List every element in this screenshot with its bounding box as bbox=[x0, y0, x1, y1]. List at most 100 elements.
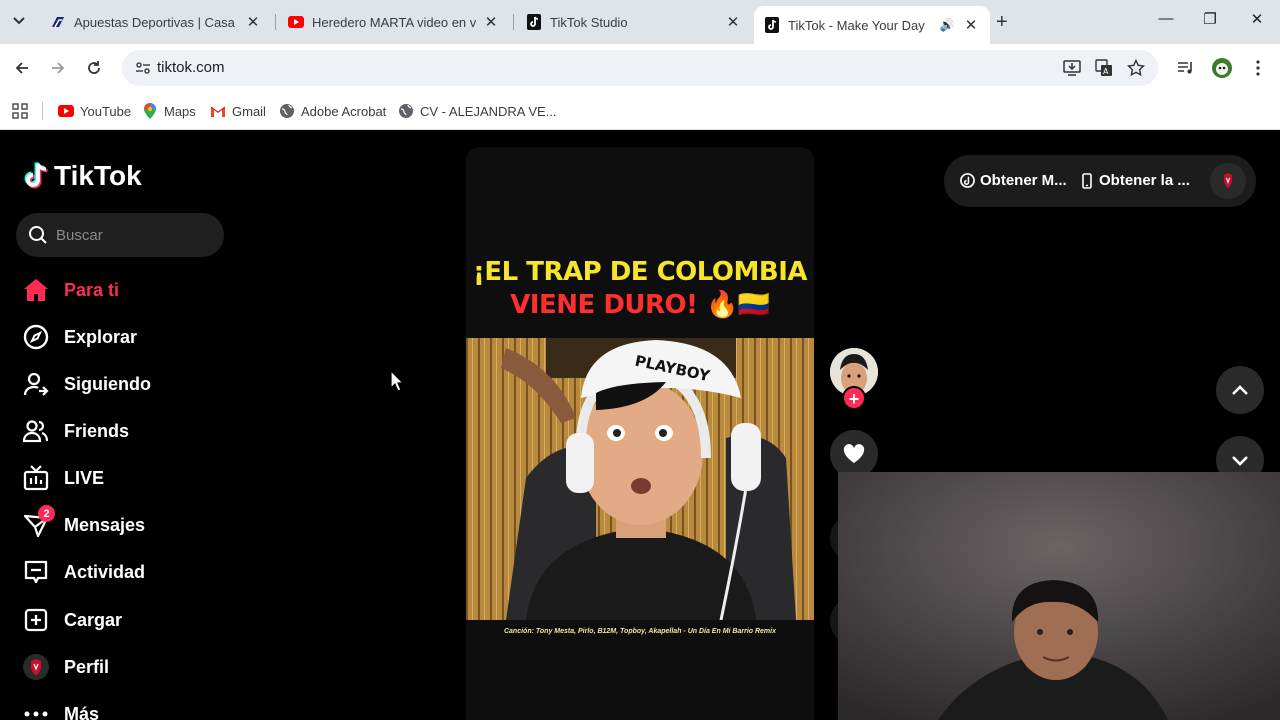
get-app-label: Obtener la ... bbox=[1099, 172, 1190, 189]
nav-label: LIVE bbox=[64, 467, 105, 488]
previous-video-button[interactable] bbox=[1216, 366, 1264, 414]
bookmark-label: YouTube bbox=[80, 103, 132, 119]
bookmark-cv[interactable]: CV - ALEJANDRA VE... bbox=[398, 100, 557, 122]
activity-icon bbox=[22, 558, 50, 586]
media-control-icon[interactable] bbox=[1174, 56, 1198, 80]
bookmark-label: Adobe Acrobat bbox=[301, 103, 387, 119]
messages-icon: 2 bbox=[22, 505, 55, 539]
mouse-cursor-icon bbox=[390, 370, 404, 392]
profile-shield-icon bbox=[1224, 173, 1232, 189]
nav-item-actividad[interactable]: Actividad bbox=[22, 556, 145, 588]
video-caption-line1: ¡EL TRAP DE COLOMBIA bbox=[472, 257, 808, 287]
install-app-icon[interactable] bbox=[1062, 58, 1082, 78]
arrow-left-icon bbox=[15, 62, 28, 74]
browser-tab[interactable]: TikTok Studio ✕ bbox=[516, 6, 752, 38]
bookmark-maps[interactable]: Maps bbox=[142, 100, 196, 122]
browser-toolbar: tiktok.com A bbox=[0, 44, 1280, 92]
rushbet-icon bbox=[50, 14, 66, 30]
nav-item-mas[interactable]: Más bbox=[22, 698, 99, 720]
nav-item-siguiendo[interactable]: Siguiendo bbox=[22, 368, 151, 400]
search-icon[interactable] bbox=[28, 225, 48, 245]
close-tab-icon[interactable]: ✕ bbox=[482, 13, 500, 31]
browser-tab-strip: Apuestas Deportivas | Casa de Apuestas ✕… bbox=[0, 0, 1280, 44]
profile-avatar-icon[interactable] bbox=[1210, 56, 1234, 80]
nav-label: Mensajes bbox=[64, 514, 146, 535]
tiktok-note-icon bbox=[24, 161, 48, 189]
close-tab-icon[interactable]: ✕ bbox=[244, 13, 262, 31]
new-tab-button[interactable]: + bbox=[996, 12, 1008, 32]
minimize-button[interactable]: — bbox=[1154, 10, 1178, 27]
bookmark-star-icon[interactable] bbox=[1126, 58, 1146, 78]
search-input[interactable] bbox=[56, 213, 216, 257]
bookmark-label: CV - ALEJANDRA VE... bbox=[420, 103, 557, 119]
browser-tab[interactable]: Apuestas Deportivas | Casa de Apuestas ✕ bbox=[40, 6, 272, 38]
speaker-icon[interactable]: 🔊 bbox=[938, 16, 956, 34]
nav-item-mensajes[interactable]: 2 Mensajes bbox=[22, 505, 146, 541]
close-tab-icon[interactable]: ✕ bbox=[724, 13, 742, 31]
tiktok-icon bbox=[526, 14, 542, 30]
search-box[interactable] bbox=[16, 213, 224, 257]
reload-button[interactable] bbox=[82, 56, 106, 80]
nav-label: Para ti bbox=[64, 279, 120, 300]
video-player[interactable]: ¡EL TRAP DE COLOMBIA VIENE DURO! 🔥🇨🇴 PLA… bbox=[466, 147, 814, 720]
tab-search-button[interactable] bbox=[8, 10, 30, 32]
bookmark-adobe-acrobat[interactable]: Adobe Acrobat bbox=[279, 100, 386, 122]
video-frame-image: PLAYBOY bbox=[466, 338, 814, 620]
url-text[interactable]: tiktok.com bbox=[157, 59, 225, 76]
compass-icon bbox=[22, 323, 50, 351]
video-caption-line2: VIENE DURO! 🔥🇨🇴 bbox=[510, 290, 770, 320]
bookmark-youtube[interactable]: YouTube bbox=[58, 100, 131, 122]
tiktok-logo[interactable]: TikTok bbox=[24, 160, 142, 192]
site-info-icon[interactable] bbox=[134, 59, 152, 77]
nav-item-perfil[interactable]: Perfil bbox=[22, 651, 109, 683]
get-app-button[interactable]: Obtener la ... bbox=[1082, 172, 1190, 189]
close-window-button[interactable]: ✕ bbox=[1245, 10, 1269, 28]
nav-item-cargar[interactable]: Cargar bbox=[22, 604, 122, 636]
browser-tab-active[interactable]: TikTok - Make Your Day 🔊 ✕ bbox=[754, 6, 990, 44]
nav-item-live[interactable]: LIVE bbox=[22, 462, 104, 494]
nav-item-friends[interactable]: Friends bbox=[22, 415, 129, 447]
nav-item-para-ti[interactable]: Para ti bbox=[22, 274, 119, 306]
profile-icon bbox=[22, 653, 50, 681]
translate-icon[interactable]: A bbox=[1094, 58, 1114, 78]
browser-tab[interactable]: Heredero MARTA video en vivo ✕ bbox=[278, 6, 510, 38]
address-bar[interactable]: tiktok.com A bbox=[122, 50, 1158, 86]
nav-label: Cargar bbox=[64, 609, 123, 630]
upload-icon bbox=[22, 606, 50, 634]
restore-button[interactable]: ❐ bbox=[1198, 10, 1222, 28]
apps-grid-icon[interactable] bbox=[12, 100, 28, 122]
forward-button[interactable] bbox=[46, 56, 70, 80]
gmail-icon bbox=[210, 103, 226, 119]
tab-title: TikTok Studio bbox=[550, 14, 628, 30]
arrow-right-icon bbox=[52, 62, 65, 74]
bookmark-gmail[interactable]: Gmail bbox=[210, 100, 266, 122]
tiktok-icon bbox=[764, 17, 780, 33]
like-button[interactable] bbox=[830, 430, 878, 478]
tab-title: TikTok - Make Your Day bbox=[788, 17, 925, 33]
following-icon bbox=[22, 370, 50, 398]
more-dots-icon bbox=[22, 700, 50, 720]
youtube-icon bbox=[58, 103, 74, 119]
nav-label: Más bbox=[64, 703, 100, 720]
user-avatar[interactable] bbox=[1210, 163, 1246, 199]
unread-badge: 2 bbox=[38, 505, 55, 522]
bookmark-label: Maps bbox=[164, 103, 196, 119]
get-coins-button[interactable]: Obtener M... bbox=[960, 172, 1067, 189]
youtube-icon bbox=[288, 14, 304, 30]
maps-pin-icon bbox=[142, 103, 158, 119]
chevron-down-icon bbox=[13, 17, 25, 25]
globe-icon bbox=[279, 103, 295, 119]
nav-item-explorar[interactable]: Explorar bbox=[22, 321, 137, 353]
close-tab-icon[interactable]: ✕ bbox=[962, 16, 980, 34]
svg-text:A: A bbox=[1103, 67, 1109, 76]
nav-label: Actividad bbox=[64, 561, 146, 582]
globe-icon bbox=[398, 103, 414, 119]
nav-label: Siguiendo bbox=[64, 373, 151, 394]
browser-menu-icon[interactable] bbox=[1246, 56, 1270, 80]
follow-plus-button[interactable]: + bbox=[842, 386, 866, 410]
tab-divider bbox=[275, 14, 276, 30]
back-button[interactable] bbox=[10, 56, 34, 80]
nav-label: Perfil bbox=[64, 656, 110, 677]
webcam-overlay bbox=[838, 472, 1280, 720]
chevron-down-icon bbox=[1232, 455, 1248, 466]
